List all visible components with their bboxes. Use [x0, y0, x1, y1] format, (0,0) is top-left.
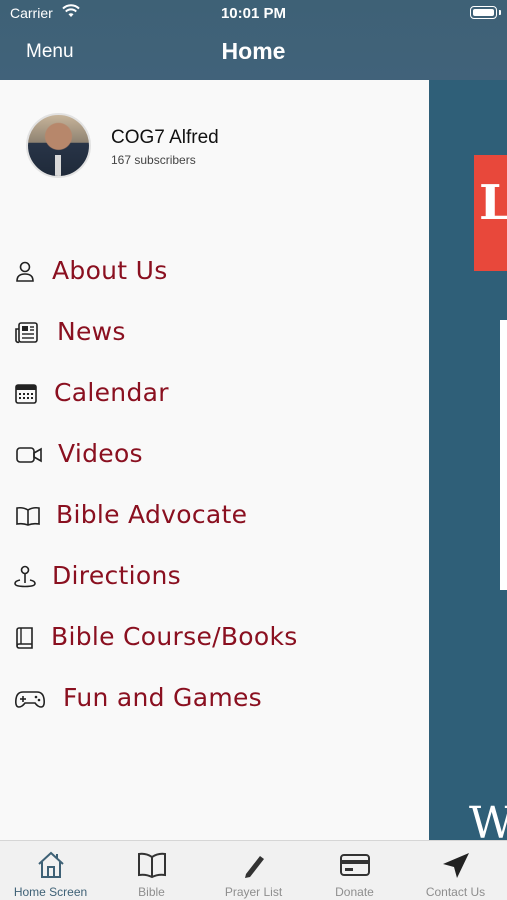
- menu-item-directions[interactable]: Directions: [0, 552, 429, 602]
- video-camera-icon: [16, 447, 42, 463]
- person-icon: [16, 261, 34, 282]
- side-drawer: COG7 Alfred 167 subscribers About Us New…: [0, 80, 429, 840]
- subscriber-count: 167 subscribers: [111, 153, 196, 167]
- calendar-icon: [15, 384, 37, 404]
- book-icon: [16, 627, 33, 649]
- channel-name: COG7 Alfred: [111, 127, 219, 148]
- menu-item-calendar[interactable]: Calendar: [0, 369, 429, 419]
- white-panel-edge: [500, 320, 507, 590]
- tab-label: Bible: [138, 885, 165, 899]
- footer-logo-fragment: W: [469, 798, 507, 840]
- channel-profile[interactable]: COG7 Alfred 167 subscribers: [26, 113, 416, 179]
- avatar: [26, 113, 91, 178]
- tab-home-screen[interactable]: Home Screen: [0, 841, 101, 900]
- home-icon: [38, 851, 64, 878]
- tab-label: Home Screen: [13, 885, 88, 899]
- menu-item-label: Calendar: [54, 378, 169, 407]
- send-icon: [443, 853, 469, 878]
- status-bar: Carrier 10:01 PM: [0, 0, 507, 28]
- status-time: 10:01 PM: [220, 5, 287, 22]
- tab-bible[interactable]: Bible: [101, 841, 202, 900]
- menu-item-news[interactable]: News: [0, 308, 429, 358]
- credit-card-icon: [340, 854, 370, 876]
- tab-donate[interactable]: Donate: [304, 841, 405, 900]
- banner-logo-fragment: L: [479, 175, 507, 231]
- tab-label: Contact Us: [425, 885, 486, 899]
- menu-item-bible-course-books[interactable]: Bible Course/Books: [0, 613, 429, 663]
- open-book-icon: [16, 506, 40, 526]
- home-content-preview[interactable]: L W: [429, 80, 507, 840]
- newspaper-icon: [15, 322, 38, 344]
- map-pin-icon: [14, 565, 36, 588]
- menu-item-about-us[interactable]: About Us: [0, 247, 429, 297]
- tab-label: Donate: [335, 885, 374, 899]
- menu-item-label: Fun and Games: [63, 683, 262, 712]
- battery-icon: [470, 6, 497, 19]
- menu-item-label: News: [57, 317, 126, 346]
- menu-item-videos[interactable]: Videos: [0, 430, 429, 480]
- book-icon: [138, 852, 166, 879]
- menu-item-label: Bible Course/Books: [51, 622, 298, 651]
- page-title: Home: [221, 38, 286, 64]
- navigation-header: Carrier 10:01 PM Menu Home: [0, 0, 507, 80]
- pencil-icon: [245, 856, 264, 878]
- battery-tip: [499, 10, 501, 15]
- menu-item-label: Directions: [52, 561, 181, 590]
- tab-contact-us[interactable]: Contact Us: [405, 841, 506, 900]
- tab-label: Prayer List: [224, 885, 283, 899]
- tab-prayer-list[interactable]: Prayer List: [203, 841, 304, 900]
- menu-item-label: About Us: [52, 256, 168, 285]
- tab-bar: Home Screen Bible Prayer List Donate Con…: [0, 840, 507, 900]
- gamepad-icon: [15, 691, 45, 708]
- menu-item-bible-advocate[interactable]: Bible Advocate: [0, 491, 429, 541]
- menu-item-fun-and-games[interactable]: Fun and Games: [0, 674, 429, 724]
- menu-item-label: Videos: [58, 439, 143, 468]
- menu-item-label: Bible Advocate: [56, 500, 248, 529]
